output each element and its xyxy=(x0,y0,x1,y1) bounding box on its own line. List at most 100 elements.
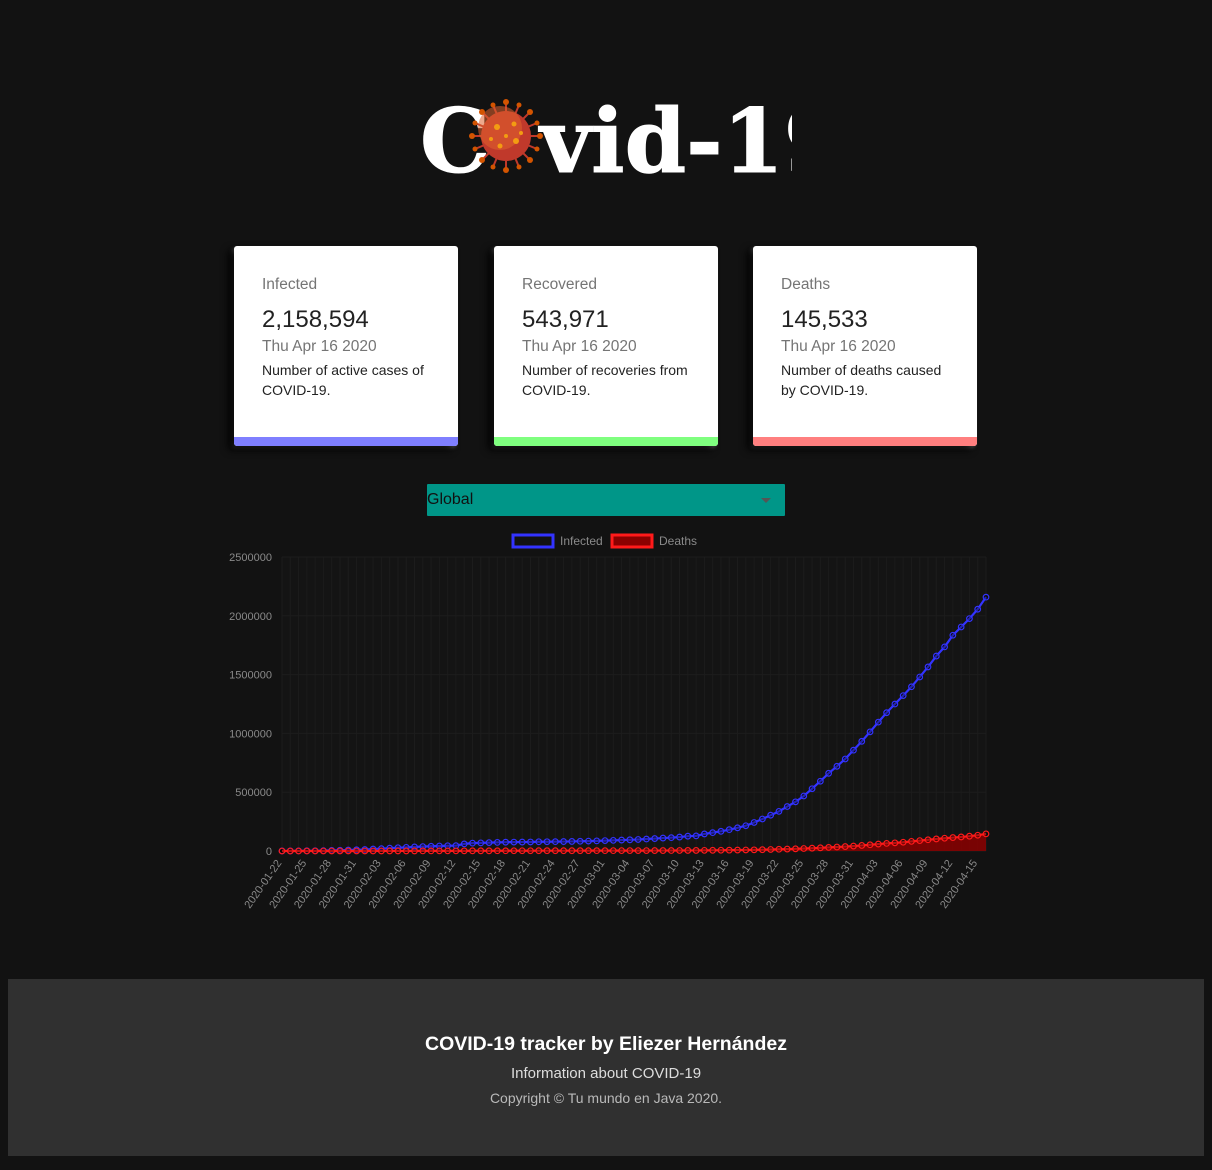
footer-title: COVID-19 tracker by Eliezer Hernández xyxy=(425,1033,787,1055)
data-point-infected xyxy=(692,832,700,840)
data-point-deaths xyxy=(701,846,708,854)
data-point-infected xyxy=(527,838,534,846)
data-point-infected xyxy=(891,700,899,708)
data-point-deaths xyxy=(634,847,642,855)
legend-label: Infected xyxy=(560,534,603,548)
data-point-deaths xyxy=(527,847,534,855)
data-point-deaths xyxy=(825,843,833,851)
data-point-deaths xyxy=(792,845,799,853)
data-point-deaths xyxy=(510,847,518,855)
data-point-deaths xyxy=(750,846,758,854)
data-point-infected xyxy=(924,663,932,671)
data-point-deaths xyxy=(684,847,692,854)
data-point-infected xyxy=(568,838,576,845)
legend-swatch-infected xyxy=(511,533,555,549)
data-point-infected xyxy=(460,840,468,848)
data-point-deaths xyxy=(394,847,402,855)
data-point-deaths xyxy=(692,847,700,854)
data-point-infected xyxy=(535,838,543,846)
data-point-infected xyxy=(510,838,518,846)
data-point-infected xyxy=(717,827,725,835)
data-point-infected xyxy=(659,834,667,842)
data-point-deaths xyxy=(659,847,667,854)
data-point-deaths xyxy=(626,847,634,855)
data-point-infected xyxy=(626,836,634,844)
card-value: 2,158,594 xyxy=(262,306,369,333)
data-point-infected xyxy=(601,837,609,845)
data-point-deaths xyxy=(361,847,369,855)
data-point-deaths xyxy=(286,847,294,855)
card-date: Thu Apr 16 2020 xyxy=(781,338,896,355)
data-point-infected xyxy=(518,838,526,846)
data-point-infected xyxy=(593,837,601,845)
data-point-deaths xyxy=(618,847,625,855)
data-point-infected xyxy=(543,838,551,846)
data-point-infected xyxy=(643,835,650,843)
y-tick-label: 2000000 xyxy=(229,611,272,623)
data-point-deaths xyxy=(493,847,501,855)
data-point-deaths xyxy=(974,831,982,839)
data-point-infected xyxy=(808,785,816,793)
data-point-infected xyxy=(883,709,891,717)
data-point-infected xyxy=(469,839,476,847)
data-point-deaths xyxy=(850,842,857,850)
data-point-deaths xyxy=(585,847,592,855)
data-point-infected xyxy=(758,815,766,823)
card-color-bar xyxy=(494,437,718,446)
data-point-infected xyxy=(775,807,783,815)
data-point-infected xyxy=(899,692,907,699)
card-date: Thu Apr 16 2020 xyxy=(522,338,637,355)
data-point-deaths xyxy=(767,846,775,853)
data-point-infected xyxy=(477,839,485,847)
data-point-infected xyxy=(676,833,683,841)
data-point-infected xyxy=(551,838,559,846)
country-select[interactable]: Global xyxy=(427,484,785,516)
card-date: Thu Apr 16 2020 xyxy=(262,338,377,355)
data-point-deaths xyxy=(427,847,435,855)
y-tick-label: 1500000 xyxy=(229,670,272,682)
data-point-deaths xyxy=(924,836,932,844)
data-point-infected xyxy=(609,836,617,844)
data-point-infected xyxy=(941,643,948,651)
card-recovered: Recovered 543,971 Thu Apr 16 2020 Number… xyxy=(494,246,718,446)
data-point-deaths xyxy=(609,847,617,855)
data-point-deaths xyxy=(808,844,816,852)
plot-area xyxy=(282,557,986,851)
data-point-deaths xyxy=(643,847,650,854)
data-point-deaths xyxy=(742,846,750,854)
data-point-infected xyxy=(908,683,915,691)
card-color-bar xyxy=(753,437,977,446)
data-point-deaths xyxy=(833,843,841,851)
data-point-deaths xyxy=(717,846,725,854)
data-point-deaths xyxy=(377,847,385,855)
data-point-deaths xyxy=(899,838,907,846)
virus-icon xyxy=(469,99,543,173)
data-point-deaths xyxy=(601,847,609,855)
data-point-deaths xyxy=(444,847,452,855)
data-point-infected xyxy=(709,829,717,837)
card-title: Infected xyxy=(262,276,318,293)
data-point-deaths xyxy=(783,845,791,853)
data-point-deaths xyxy=(452,847,460,855)
data-point-deaths xyxy=(460,847,468,855)
covid-logo: C vid-1 xyxy=(420,88,846,194)
data-point-deaths xyxy=(916,837,924,845)
data-point-infected xyxy=(841,755,849,763)
data-point-deaths xyxy=(816,844,824,852)
data-point-infected xyxy=(957,623,965,631)
data-point-deaths xyxy=(543,847,551,855)
data-point-deaths xyxy=(949,834,957,841)
legend-swatch-deaths xyxy=(610,533,654,549)
data-point-deaths xyxy=(336,847,344,855)
data-point-infected xyxy=(916,673,924,681)
y-tick-label: 0 xyxy=(266,846,272,858)
data-point-infected xyxy=(982,593,990,601)
footer-info-link[interactable]: Information about COVID-19 xyxy=(8,1065,1204,1079)
data-point-infected xyxy=(618,836,625,844)
card-value: 145,533 xyxy=(781,306,868,333)
data-point-infected xyxy=(932,652,940,660)
card-description: Number of deaths caused by COVID-19. xyxy=(781,362,942,398)
data-point-deaths xyxy=(551,847,559,855)
data-point-infected xyxy=(742,822,750,830)
data-point-deaths xyxy=(866,841,874,849)
